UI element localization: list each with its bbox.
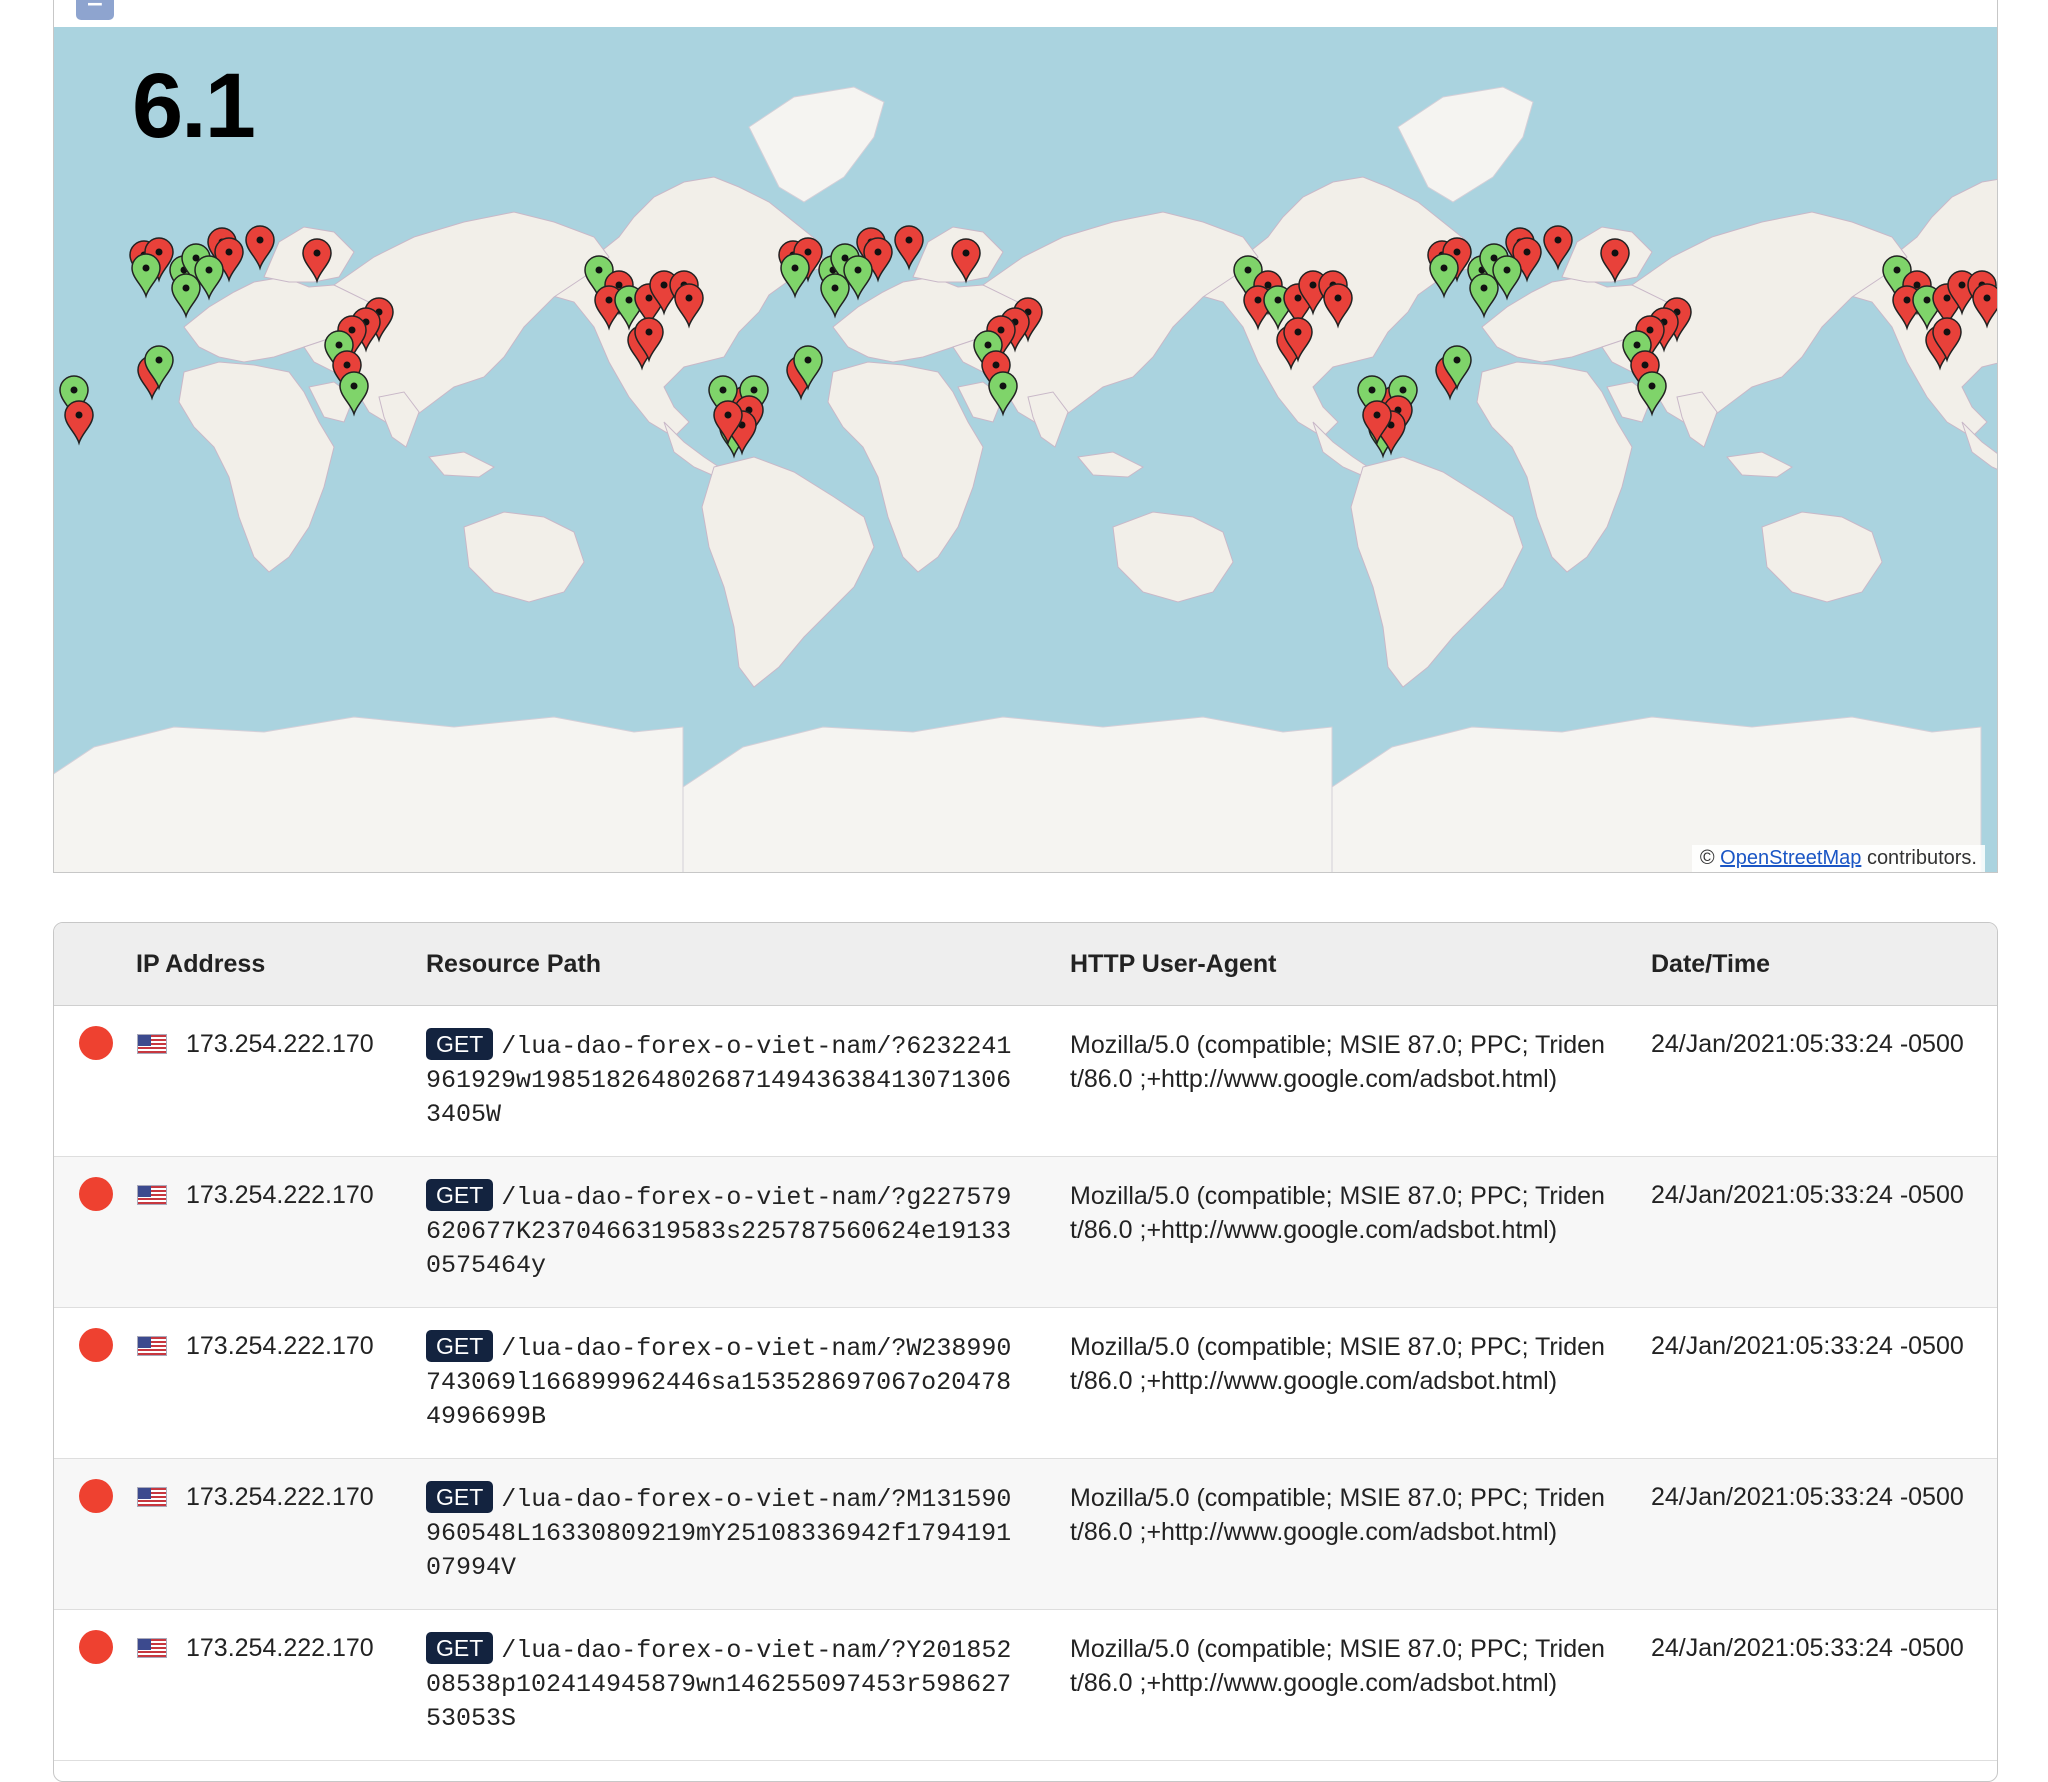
attribution-suffix: contributors. <box>1866 847 1977 869</box>
status-dot <box>79 1328 113 1362</box>
score-label: 6.1 <box>132 55 256 157</box>
header-path[interactable]: Resource Path <box>426 950 601 979</box>
zoom-out-button[interactable]: − <box>76 0 114 20</box>
http-method-badge: GET <box>426 1330 494 1362</box>
table-row[interactable]: 173.254.222.170 GET/lua-dao-forex-o-viet-… <box>54 1459 1997 1610</box>
table-header: IP Address Resource Path HTTP User-Agent… <box>54 923 1997 1006</box>
path-text: /lua-dao-forex-o-viet-nam/?6232241961929… <box>426 1032 1012 1129</box>
ip-address[interactable]: 173.254.222.170 <box>186 1030 374 1059</box>
date-time: 24/Jan/2021:05:33:24 -0500 <box>1651 1483 1964 1511</box>
ip-address[interactable]: 173.254.222.170 <box>186 1634 374 1663</box>
http-method-badge: GET <box>426 1179 494 1211</box>
us-flag-icon <box>137 1185 167 1205</box>
user-agent: Mozilla/5.0 (compatible; MSIE 87.0; PPC;… <box>1070 1333 1605 1395</box>
header-date[interactable]: Date/Time <box>1651 950 1770 979</box>
ip-address[interactable]: 173.254.222.170 <box>186 1483 374 1512</box>
openstreetmap-link[interactable]: OpenStreetMap <box>1720 847 1861 869</box>
access-log-table: IP Address Resource Path HTTP User-Agent… <box>53 922 1998 1782</box>
http-method-badge: GET <box>426 1632 494 1664</box>
us-flag-icon <box>137 1336 167 1356</box>
resource-path[interactable]: GET/lua-dao-forex-o-viet-nam/?Y201852085… <box>426 1632 1026 1736</box>
map-attribution: © OpenStreetMap contributors. <box>1691 845 1985 872</box>
resource-path[interactable]: GET/lua-dao-forex-o-viet-nam/?6232241961… <box>426 1028 1026 1132</box>
table-row[interactable]: 173.254.222.170 GET/lua-dao-forex-o-viet-… <box>54 1308 1997 1459</box>
table-row[interactable]: 173.254.222.170 GET/lua-dao-forex-o-viet-… <box>54 1006 1997 1157</box>
table-row[interactable]: 173.254.222.170 GET/lua-dao-forex-o-viet-… <box>54 1610 1997 1761</box>
visitor-map[interactable]: − 6.1 © OpenStreetMap contributors. <box>53 0 1998 873</box>
status-dot <box>79 1479 113 1513</box>
path-text: /lua-dao-forex-o-viet-nam/?g227579620677… <box>426 1183 1012 1280</box>
date-time: 24/Jan/2021:05:33:24 -0500 <box>1651 1181 1964 1209</box>
table-body: 173.254.222.170 GET/lua-dao-forex-o-viet-… <box>54 1006 1997 1761</box>
date-time: 24/Jan/2021:05:33:24 -0500 <box>1651 1634 1964 1662</box>
header-ua[interactable]: HTTP User-Agent <box>1070 950 1277 979</box>
date-time: 24/Jan/2021:05:33:24 -0500 <box>1651 1332 1964 1360</box>
table-row[interactable]: 173.254.222.170 GET/lua-dao-forex-o-viet-… <box>54 1157 1997 1308</box>
ip-address[interactable]: 173.254.222.170 <box>186 1332 374 1361</box>
path-text: /lua-dao-forex-o-viet-nam/?Y20185208538p… <box>426 1636 1012 1733</box>
status-dot <box>79 1177 113 1211</box>
us-flag-icon <box>137 1487 167 1507</box>
us-flag-icon <box>137 1034 167 1054</box>
user-agent: Mozilla/5.0 (compatible; MSIE 87.0; PPC;… <box>1070 1182 1605 1244</box>
path-text: /lua-dao-forex-o-viet-nam/?M131590960548… <box>426 1485 1012 1582</box>
user-agent: Mozilla/5.0 (compatible; MSIE 87.0; PPC;… <box>1070 1484 1605 1546</box>
status-dot <box>79 1026 113 1060</box>
http-method-badge: GET <box>426 1481 494 1513</box>
attribution-prefix: © <box>1699 847 1715 869</box>
status-dot <box>79 1630 113 1664</box>
user-agent: Mozilla/5.0 (compatible; MSIE 87.0; PPC;… <box>1070 1635 1605 1697</box>
date-time: 24/Jan/2021:05:33:24 -0500 <box>1651 1030 1964 1058</box>
resource-path[interactable]: GET/lua-dao-forex-o-viet-nam/?W238990743… <box>426 1330 1026 1434</box>
path-text: /lua-dao-forex-o-viet-nam/?W238990743069… <box>426 1334 1012 1431</box>
header-ip[interactable]: IP Address <box>136 950 265 979</box>
us-flag-icon <box>137 1638 167 1658</box>
resource-path[interactable]: GET/lua-dao-forex-o-viet-nam/?g227579620… <box>426 1179 1026 1283</box>
http-method-badge: GET <box>426 1028 494 1060</box>
user-agent: Mozilla/5.0 (compatible; MSIE 87.0; PPC;… <box>1070 1031 1605 1093</box>
map-canvas[interactable] <box>54 27 1997 872</box>
resource-path[interactable]: GET/lua-dao-forex-o-viet-nam/?M131590960… <box>426 1481 1026 1585</box>
ip-address[interactable]: 173.254.222.170 <box>186 1181 374 1210</box>
